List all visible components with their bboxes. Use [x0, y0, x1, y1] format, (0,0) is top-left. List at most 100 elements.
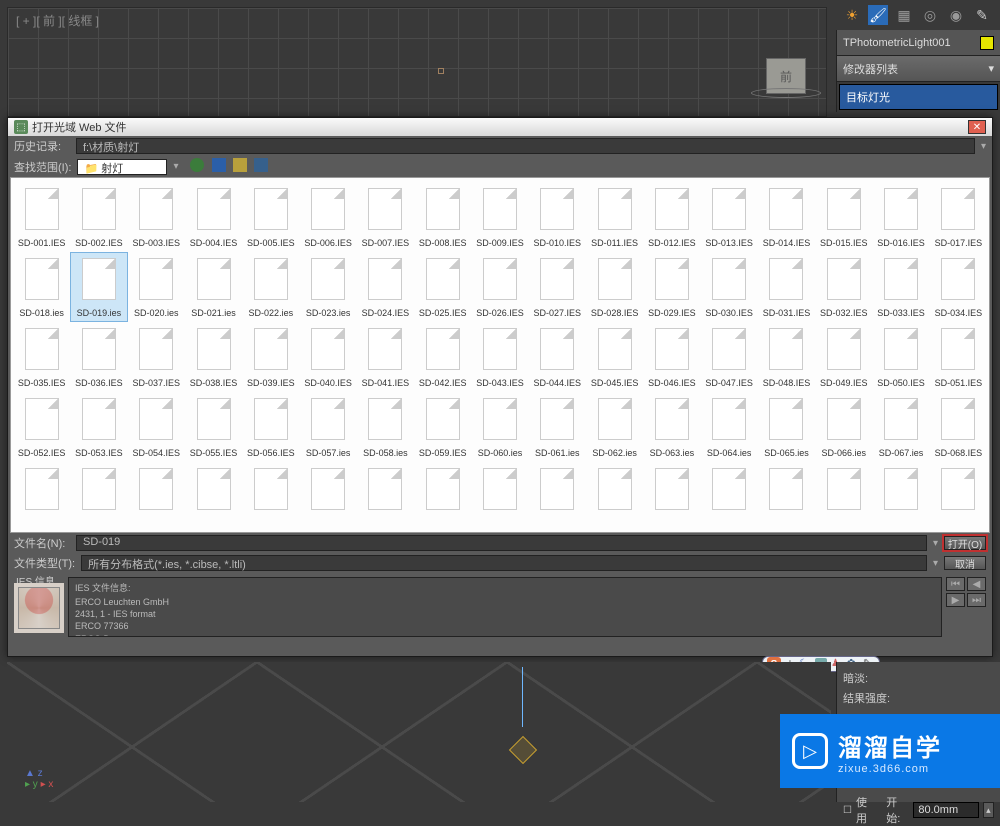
file-item[interactable] — [13, 462, 70, 522]
file-item[interactable]: SD-031.IES — [758, 252, 815, 322]
file-item[interactable]: SD-024.IES — [357, 252, 414, 322]
file-item[interactable]: SD-018.ies — [13, 252, 70, 322]
spinner-up-icon[interactable]: ▴ — [983, 802, 994, 818]
cancel-button[interactable]: 取消 — [944, 556, 986, 570]
file-item[interactable]: SD-003.IES — [128, 182, 185, 252]
file-item[interactable] — [128, 462, 185, 522]
file-item[interactable]: SD-006.IES — [299, 182, 356, 252]
nav-view-icon[interactable] — [254, 158, 268, 172]
arrow-next-icon[interactable]: ▶ — [946, 593, 965, 607]
file-item[interactable]: SD-039.IES — [242, 322, 299, 392]
file-item[interactable]: SD-047.IES — [701, 322, 758, 392]
file-item[interactable]: SD-001.IES — [13, 182, 70, 252]
close-button[interactable]: ✕ — [968, 120, 986, 134]
file-item[interactable]: SD-029.IES — [643, 252, 700, 322]
viewport-perspective[interactable]: ▲ z ▸ y ▸ x 45 — [7, 662, 831, 802]
file-item[interactable]: SD-053.IES — [70, 392, 127, 462]
file-item[interactable] — [471, 462, 528, 522]
file-item[interactable]: SD-037.IES — [128, 322, 185, 392]
sun-icon[interactable]: ☀ — [842, 5, 862, 25]
file-item[interactable]: SD-040.IES — [299, 322, 356, 392]
arrow-last-icon[interactable]: ⏭ — [967, 593, 986, 607]
file-item[interactable]: SD-052.IES — [13, 392, 70, 462]
file-item[interactable]: SD-054.IES — [128, 392, 185, 462]
file-item[interactable]: SD-058.ies — [357, 392, 414, 462]
file-item[interactable]: SD-044.IES — [529, 322, 586, 392]
object-name-field[interactable]: TPhotometricLight001 — [837, 30, 1000, 56]
file-item[interactable]: SD-057.ies — [299, 392, 356, 462]
chevron-down-icon[interactable]: ▾ — [981, 141, 986, 152]
file-item[interactable]: SD-049.IES — [815, 322, 872, 392]
use-label[interactable]: 使用 — [856, 794, 876, 826]
file-item[interactable]: SD-012.IES — [643, 182, 700, 252]
file-item[interactable]: SD-056.IES — [242, 392, 299, 462]
file-item[interactable] — [758, 462, 815, 522]
file-item[interactable] — [70, 462, 127, 522]
file-item[interactable]: SD-036.IES — [70, 322, 127, 392]
viewport-top[interactable]: [ + ][ 前 ][ 线框 ] 前 — [7, 7, 827, 117]
file-item[interactable]: SD-016.IES — [872, 182, 929, 252]
file-item[interactable]: SD-027.IES — [529, 252, 586, 322]
chevron-down-icon[interactable]: ▾ — [933, 558, 938, 569]
file-item[interactable]: SD-062.ies — [586, 392, 643, 462]
file-item[interactable]: SD-017.IES — [930, 182, 987, 252]
file-item[interactable]: SD-015.IES — [815, 182, 872, 252]
file-item[interactable]: SD-068.IES — [930, 392, 987, 462]
lookin-dropdown[interactable]: 📁 射灯 — [77, 159, 167, 175]
file-item[interactable]: SD-022.ies — [242, 252, 299, 322]
wand-icon[interactable]: ✎ — [972, 5, 992, 25]
file-item[interactable]: SD-032.IES — [815, 252, 872, 322]
dialog-titlebar[interactable]: ⬚ 打开光域 Web 文件 ✕ — [8, 118, 992, 136]
file-item[interactable]: SD-033.IES — [872, 252, 929, 322]
file-item[interactable]: SD-008.IES — [414, 182, 471, 252]
file-item[interactable] — [701, 462, 758, 522]
file-item[interactable]: SD-048.IES — [758, 322, 815, 392]
file-item[interactable] — [299, 462, 356, 522]
modifier-list-dropdown[interactable]: 修改器列表 ▾ — [837, 56, 1000, 82]
file-item[interactable]: SD-009.IES — [471, 182, 528, 252]
file-item[interactable]: SD-028.IES — [586, 252, 643, 322]
file-item[interactable] — [185, 462, 242, 522]
arrow-prev-icon[interactable]: ◀ — [967, 577, 986, 591]
file-item[interactable]: SD-065.ies — [758, 392, 815, 462]
file-item[interactable]: SD-002.IES — [70, 182, 127, 252]
nav-newfolder-icon[interactable] — [233, 158, 247, 172]
file-item[interactable]: SD-051.IES — [930, 322, 987, 392]
start-spinner[interactable]: 80.0mm — [913, 802, 978, 818]
globe-icon[interactable]: ◎ — [920, 5, 940, 25]
file-item[interactable]: SD-021.ies — [185, 252, 242, 322]
file-item[interactable]: SD-042.IES — [414, 322, 471, 392]
filetype-dropdown[interactable]: 所有分布格式(*.ies, *.cibse, *.ltli) — [81, 555, 927, 571]
file-item[interactable]: SD-030.IES — [701, 252, 758, 322]
filename-input[interactable]: SD-019 — [76, 535, 927, 551]
nav-back-icon[interactable] — [190, 158, 204, 172]
file-item[interactable]: SD-013.IES — [701, 182, 758, 252]
file-item[interactable] — [586, 462, 643, 522]
file-item[interactable]: SD-061.ies — [529, 392, 586, 462]
file-item[interactable]: SD-023.ies — [299, 252, 356, 322]
file-item[interactable]: SD-045.IES — [586, 322, 643, 392]
file-item[interactable]: SD-060.ies — [471, 392, 528, 462]
nav-up-icon[interactable] — [212, 158, 226, 172]
file-item[interactable]: SD-025.IES — [414, 252, 471, 322]
file-item[interactable]: SD-034.IES — [930, 252, 987, 322]
chevron-down-icon[interactable]: ▾ — [933, 538, 938, 549]
file-item[interactable] — [643, 462, 700, 522]
file-item[interactable]: SD-067.ies — [872, 392, 929, 462]
viewcube-base[interactable] — [751, 88, 821, 98]
arrow-first-icon[interactable]: ⏮ — [946, 577, 965, 591]
file-item[interactable]: SD-041.IES — [357, 322, 414, 392]
file-list[interactable]: SD-001.IESSD-002.IESSD-003.IESSD-004.IES… — [10, 177, 990, 533]
file-item[interactable]: SD-005.IES — [242, 182, 299, 252]
file-item[interactable]: SD-020.ies — [128, 252, 185, 322]
file-item[interactable]: SD-055.IES — [185, 392, 242, 462]
modifier-item-target-light[interactable]: 目标灯光 — [839, 84, 998, 110]
file-item[interactable] — [815, 462, 872, 522]
file-item[interactable] — [529, 462, 586, 522]
file-item[interactable] — [930, 462, 987, 522]
file-item[interactable]: SD-014.IES — [758, 182, 815, 252]
file-item[interactable]: SD-046.IES — [643, 322, 700, 392]
file-item[interactable]: SD-059.IES — [414, 392, 471, 462]
history-dropdown[interactable]: f:\材质\射灯 — [76, 138, 975, 154]
viewport-label[interactable]: [ + ][ 前 ][ 线框 ] — [16, 12, 99, 29]
